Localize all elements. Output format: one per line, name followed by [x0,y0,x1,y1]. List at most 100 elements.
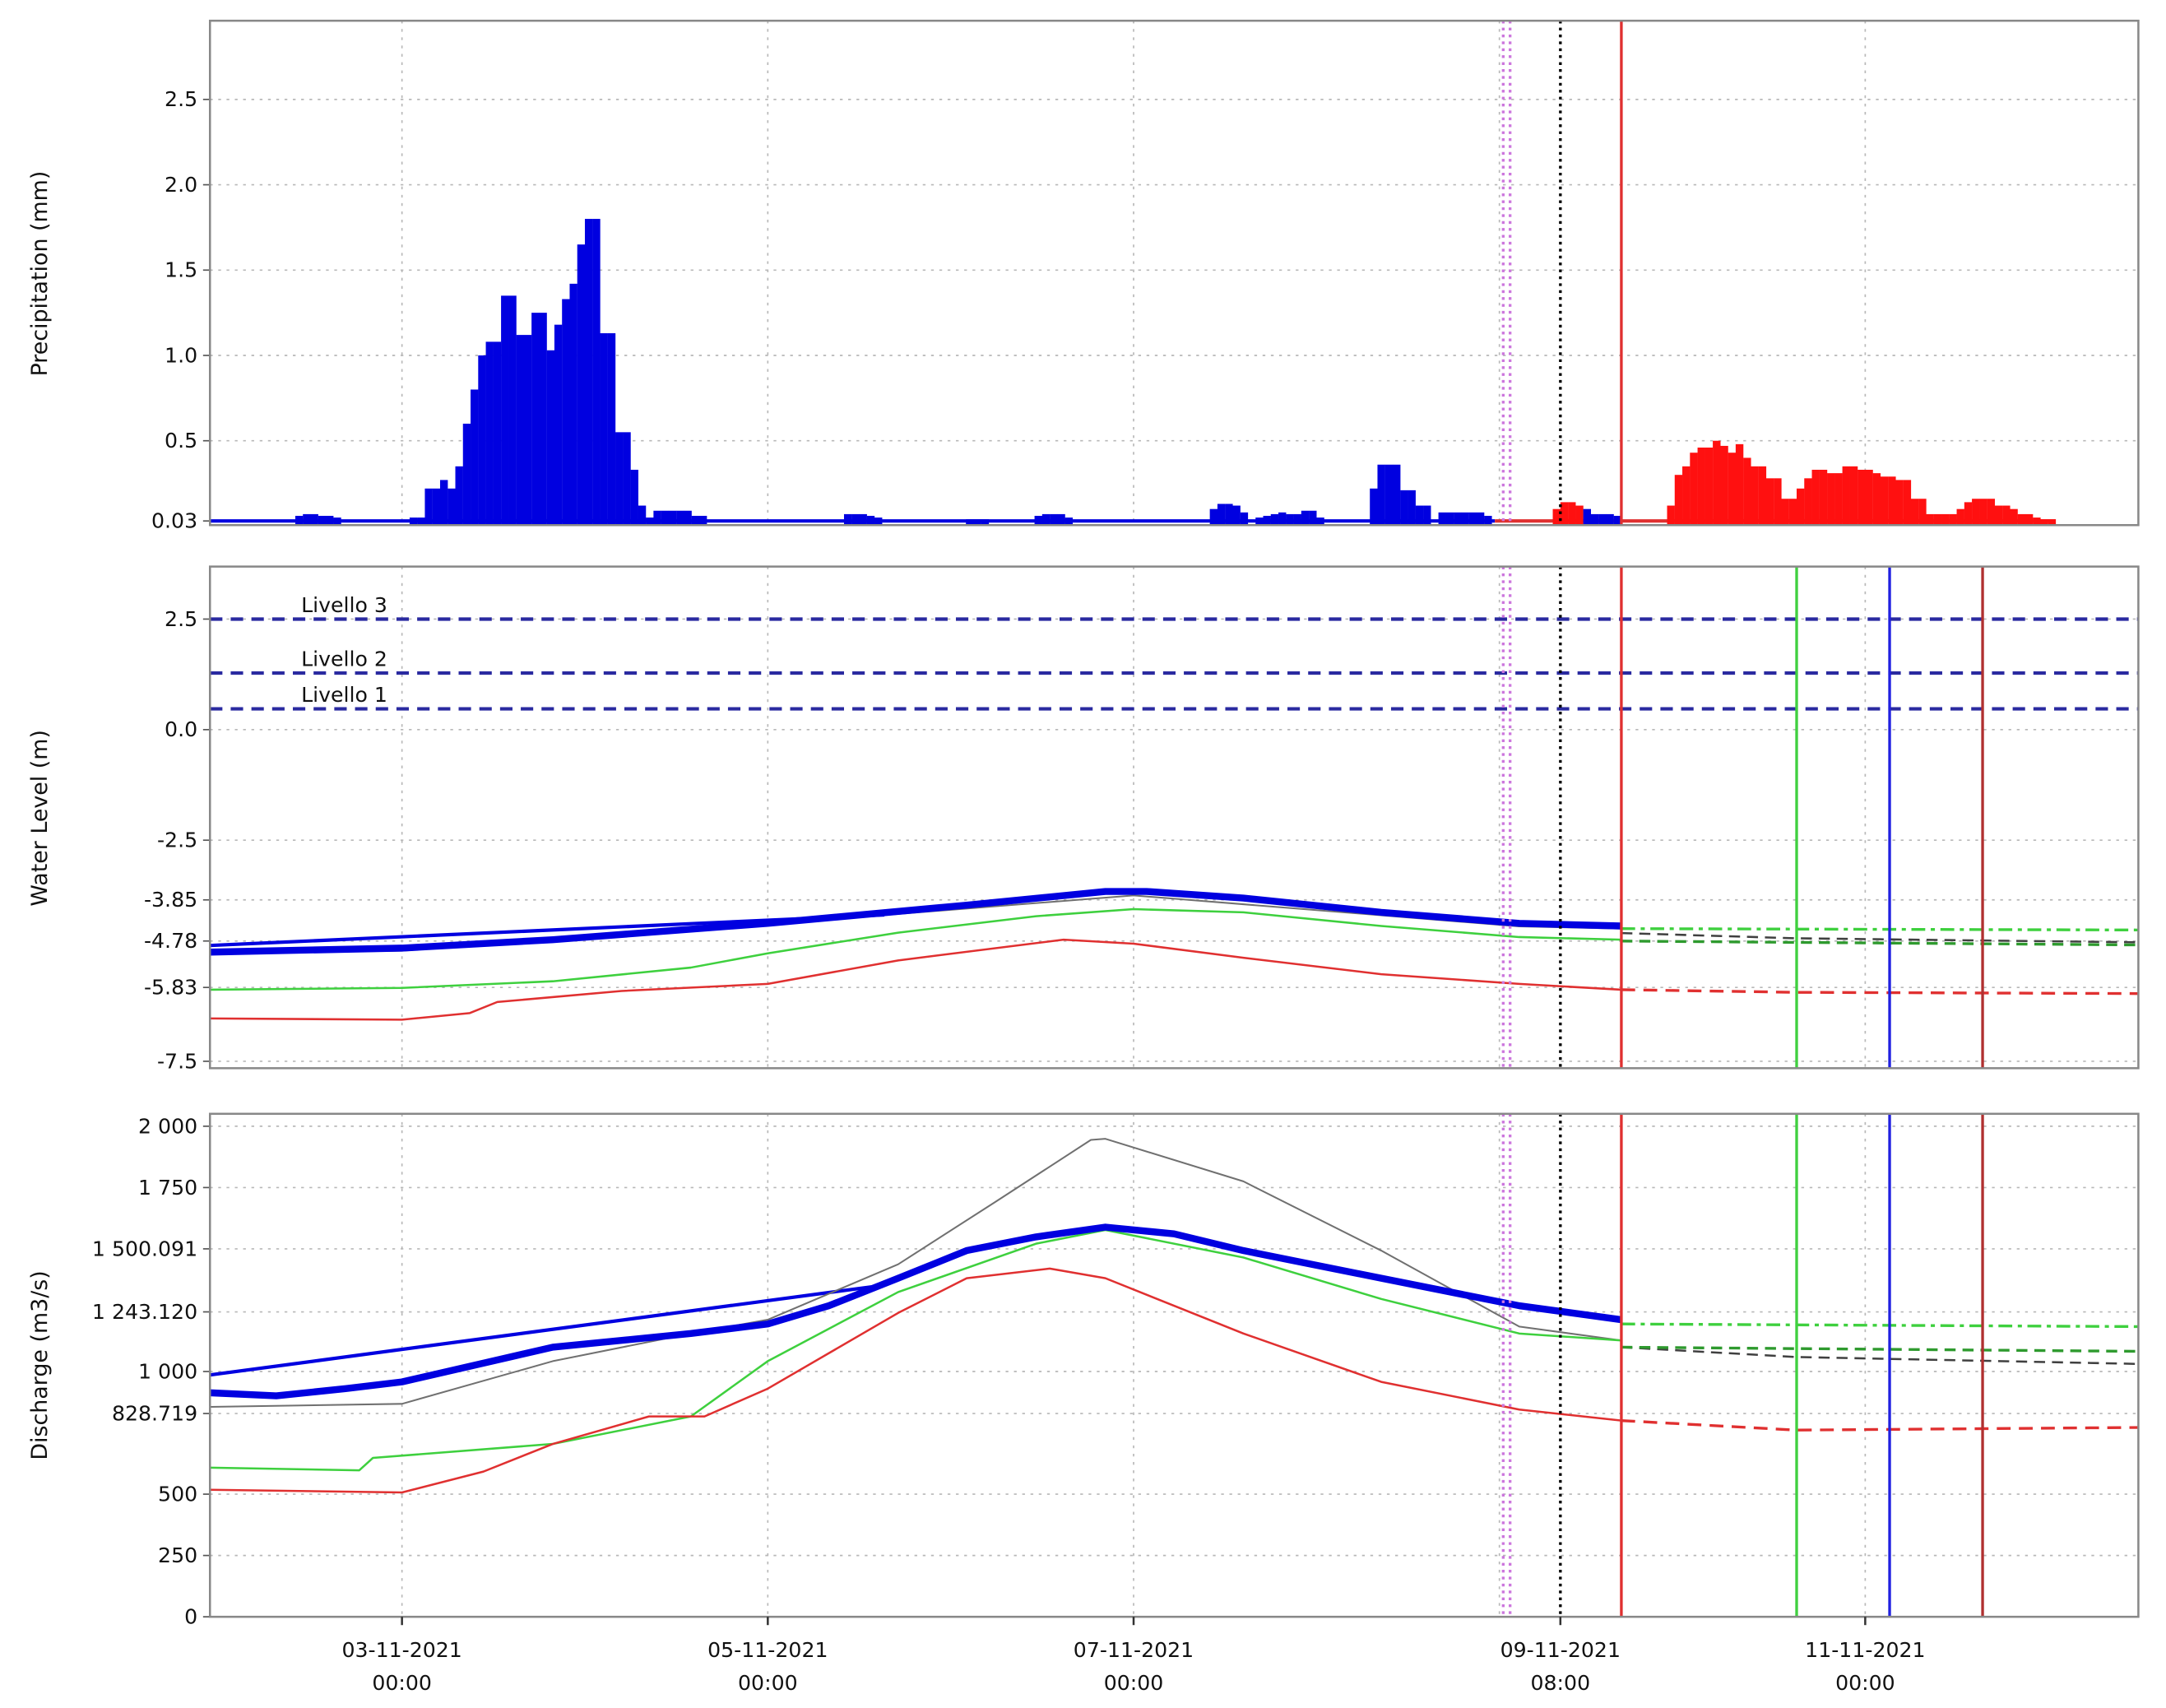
precip-bar-observed [462,423,471,527]
precip-bar-forecast [2010,508,2018,527]
precip-bar-forecast [1880,476,1889,527]
precip-bar-forecast [1796,488,1805,527]
precip-bar-observed [1232,505,1241,527]
y-tick-label: 250 [158,1543,197,1567]
precip-bar-observed [1468,512,1477,527]
precip-bar-observed [1400,490,1408,527]
precip-bar-forecast [1765,478,1774,527]
precip-bar-forecast [2002,505,2011,527]
precip-bar-observed [424,488,433,527]
precip-bar-observed [1309,510,1317,527]
x-tick-time: 08:00 [1531,1671,1591,1695]
y-tick-label: 0.03 [151,509,197,533]
precip-bar-forecast [1697,448,1705,527]
precip-bar-observed [1408,490,1416,527]
precip-bar-forecast [1895,480,1904,527]
y-tick-label: 2.0 [165,173,197,197]
precip-bar-observed [1209,508,1218,527]
precip-bar-observed [653,510,661,527]
precip-bar-forecast [1720,445,1728,527]
y-tick-label: -4.78 [144,929,197,953]
precip-bar-forecast [1713,440,1721,527]
precip-bar-observed [1415,505,1424,527]
precip-bar-forecast [1758,466,1767,527]
y-tick-label: 1 500.091 [92,1237,197,1260]
precip-bar-forecast [1987,499,1996,527]
precip-bar-observed [485,341,494,527]
threshold-label: Livello 1 [301,683,387,707]
precip-bar-forecast [1888,476,1896,527]
precip-bar-observed [501,295,509,527]
y-tick-label: -3.85 [144,888,197,912]
precip-bar-observed [1445,512,1454,527]
precip-bar-observed [1454,512,1462,527]
y-tick-label: 0 [184,1605,197,1629]
precip-bar-forecast [1979,499,1987,527]
discharge-axis-label: Discharge (m3/s) [27,1270,53,1460]
precip-bar-forecast [1842,466,1850,527]
precip-bar-observed [455,466,463,527]
y-tick-label: 0.0 [165,717,197,741]
precip-bar-observed [584,219,593,527]
precip-bar-observed [562,299,570,527]
precip-bar-observed [623,432,631,527]
x-tick-time: 00:00 [1835,1671,1895,1695]
y-tick-label: 0.5 [165,429,197,453]
y-tick-label: 1 750 [138,1176,197,1200]
precipitation-panel: 0.03 0.5 1.0 1.5 2.0 2.5 [151,19,2140,533]
precip-bar-observed [478,355,486,527]
y-tick-label: 2 000 [138,1114,197,1138]
precip-bar-observed [439,480,448,527]
precip-bar-observed [531,313,540,527]
precip-bar-observed [1370,488,1378,527]
x-tick-date: 03-11-2021 [341,1638,461,1662]
y-tick-label: 828.719 [112,1401,197,1425]
precip-bar-observed [493,341,502,527]
precip-bar-forecast [1674,475,1683,527]
precip-bar-observed [1583,508,1592,527]
precip-bar-observed [1225,504,1233,527]
precip-bar-forecast [1865,469,1873,527]
x-tick-date: 09-11-2021 [1500,1638,1621,1662]
precip-bar-forecast [1781,499,1789,527]
precip-bar-forecast [1667,505,1675,527]
precip-bar-observed [668,510,677,527]
precip-bar-forecast [1827,473,1835,527]
precip-axis-label: Precipitation (mm) [27,171,53,377]
precip-bar-observed [569,283,577,527]
x-tick-time: 00:00 [372,1671,432,1695]
precip-bar-forecast [1743,457,1751,527]
precip-bar-observed [1476,512,1485,527]
precip-bar-observed [592,219,601,527]
x-tick-time: 00:00 [738,1671,798,1695]
precip-bar-forecast [1575,505,1584,527]
precip-bar-observed [661,510,670,527]
precip-bar-forecast [1568,502,1576,527]
precip-bar-forecast [1774,478,1782,527]
precip-bar-forecast [1804,478,1812,527]
precip-bar-observed [577,244,586,527]
x-axis: 03-11-2021 00:00 05-11-2021 00:00 07-11-2021… [341,1617,1926,1695]
precip-bar-observed [1301,510,1310,527]
precip-bar-observed [607,333,616,527]
x-tick-time: 00:00 [1104,1671,1164,1695]
discharge-plot-area [210,1113,2139,1617]
precip-bar-observed [523,335,532,527]
precip-bar-forecast [1819,469,1828,527]
water-level-axis-label: Water Level (m) [27,730,53,907]
precip-bar-forecast [1858,469,1866,527]
x-tick-date: 05-11-2021 [707,1638,828,1662]
precip-bar-observed [546,350,555,527]
y-tick-label: -2.5 [157,828,197,852]
precip-bar-observed [508,295,517,527]
threshold-label: Livello 3 [301,593,387,617]
x-tick-date: 07-11-2021 [1074,1638,1194,1662]
precip-bar-observed [1278,512,1287,527]
precip-bar-observed [676,510,684,527]
precip-bar-observed [1240,512,1249,527]
y-tick-label: 2.5 [165,607,197,631]
precip-bar-forecast [1972,499,1980,527]
precip-bar-forecast [1849,466,1858,527]
y-tick-label: 1 000 [138,1359,197,1383]
x-tick-date: 11-11-2021 [1805,1638,1925,1662]
